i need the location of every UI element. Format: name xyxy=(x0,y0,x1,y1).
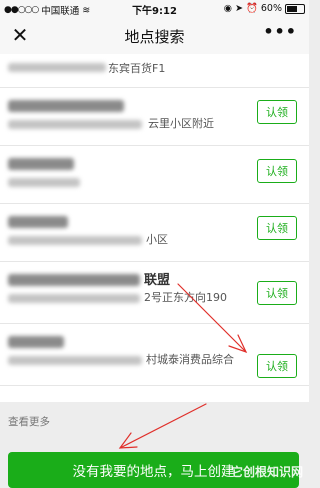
blurred-place-name xyxy=(8,216,68,228)
list-item[interactable]: 东宾百货F1 认领 xyxy=(0,54,309,88)
blurred-place-name xyxy=(8,274,140,286)
claim-button[interactable]: 认领 xyxy=(257,100,297,124)
see-more-link[interactable]: 查看更多 xyxy=(8,414,50,429)
battery-percent: 60% xyxy=(260,3,282,14)
list-item[interactable]: 云里小区附近 认领 xyxy=(0,88,309,146)
blurred-address xyxy=(8,236,142,245)
blurred-address xyxy=(8,63,106,72)
address-text: 2号正东方向190 xyxy=(144,291,227,304)
annotation-arrow-create xyxy=(119,403,207,449)
blurred-place-name xyxy=(8,100,124,112)
claim-button[interactable]: 认领 xyxy=(257,281,297,305)
battery-icon xyxy=(285,3,305,14)
annotation-arrowhead-create xyxy=(118,432,138,449)
claim-button[interactable]: 认领 xyxy=(257,159,297,183)
status-bar: ●●○○○ 中国联通 ≋ 下午9:12 ◉ ➤ ⏰ 60% xyxy=(0,0,309,18)
blurred-place-name xyxy=(8,336,64,348)
nav-bar: ✕ 地点搜索 ••• xyxy=(0,18,309,54)
list-item[interactable]: 认领 xyxy=(0,146,309,204)
list-item[interactable]: 小区 认领 xyxy=(0,204,309,262)
address-text: 东宾百货F1 xyxy=(108,62,166,75)
location-icon: ➤ xyxy=(235,3,244,14)
claim-button[interactable]: 认领 xyxy=(257,354,297,378)
list-item[interactable]: 联盟 2号正东方向190 认领 xyxy=(0,262,309,324)
blurred-address xyxy=(8,294,140,303)
watermark: 它创根知识网 xyxy=(230,465,303,479)
lock-rotation-icon: ◉ xyxy=(223,3,233,14)
blurred-place-name xyxy=(8,158,74,170)
address-text: 小区 xyxy=(146,233,168,246)
alarm-icon: ⏰ xyxy=(246,3,258,14)
more-icon[interactable]: ••• xyxy=(263,22,297,41)
place-name-text: 联盟 xyxy=(144,273,171,288)
blurred-address xyxy=(8,178,80,187)
address-text: 村城泰消费品综合 xyxy=(146,353,234,366)
claim-button[interactable]: 认领 xyxy=(257,216,297,240)
results-list: 东宾百货F1 认领 云里小区附近 认领 认领 小区 认领 联盟 2号正东方向19… xyxy=(0,54,309,402)
address-text: 云里小区附近 xyxy=(148,117,214,130)
list-item[interactable]: 村城泰消费品综合 认领 xyxy=(0,324,309,386)
blurred-address xyxy=(8,356,142,365)
blurred-address xyxy=(8,120,142,129)
